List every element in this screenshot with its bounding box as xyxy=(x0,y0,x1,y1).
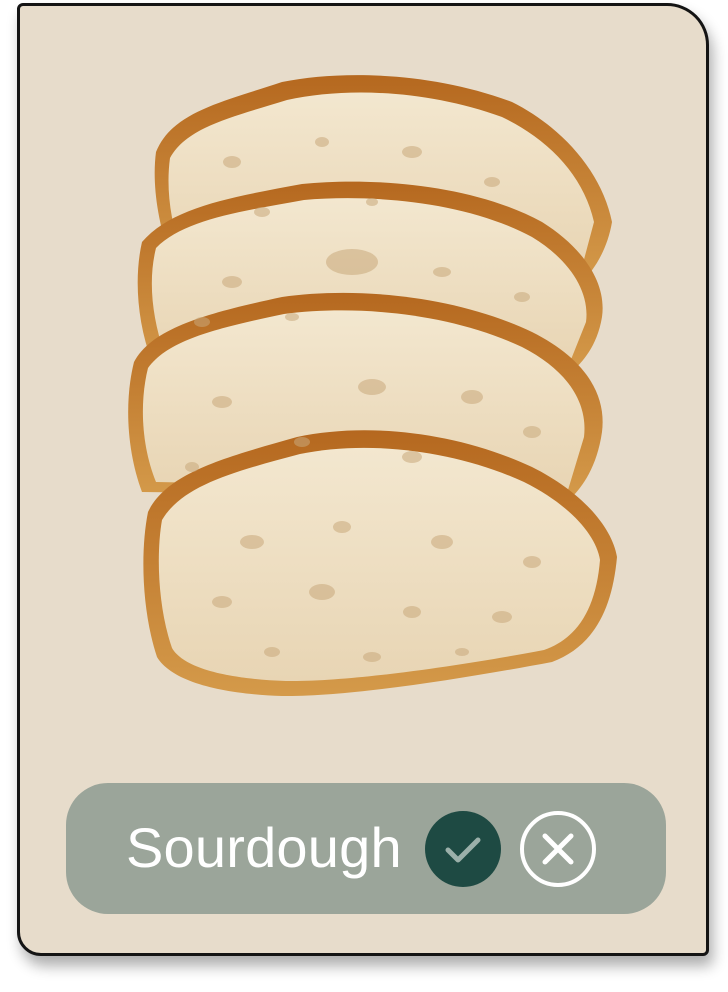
bread-image xyxy=(128,75,618,697)
check-icon xyxy=(445,837,481,863)
close-icon xyxy=(542,833,574,865)
label-pill: Sourdough xyxy=(66,783,666,914)
food-card: Sourdough xyxy=(17,3,709,956)
item-label: Sourdough xyxy=(126,816,402,879)
accept-button[interactable] xyxy=(425,811,501,887)
reject-button[interactable] xyxy=(520,811,596,887)
